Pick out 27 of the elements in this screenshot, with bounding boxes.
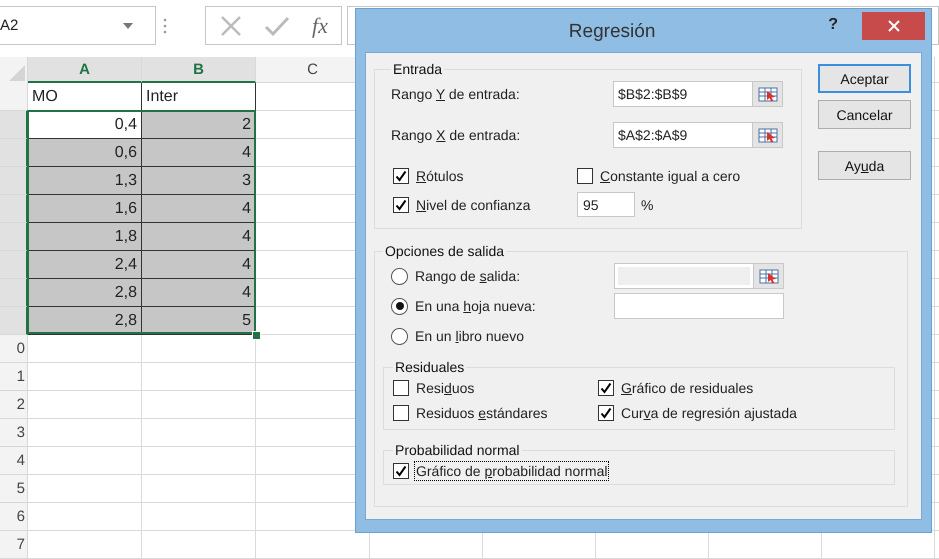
table-cell: 2,8: [28, 307, 142, 335]
table-cell: 2: [142, 111, 256, 139]
table-cell: 1,3: [28, 167, 142, 195]
group-label: Entrada: [392, 61, 444, 77]
table-cell: 1,8: [28, 223, 142, 251]
table-cell: 2,4: [28, 251, 142, 279]
table-cell: 0,6: [28, 139, 142, 167]
table-cell: MO: [28, 83, 142, 111]
table-cell: 4: [142, 139, 256, 167]
dialog-title: Regresión: [568, 21, 656, 43]
table-cell: 2,8: [28, 279, 142, 307]
name-box-value: A2: [0, 17, 18, 34]
table-cell: Inter: [142, 83, 256, 111]
table-cell: 4: [142, 223, 256, 251]
field-label: Rango X de entrada:: [391, 127, 522, 143]
table-cell: 4: [142, 195, 256, 223]
table-cell: 3: [142, 167, 256, 195]
unit-label: %: [641, 196, 654, 212]
table-cell: 4: [142, 251, 256, 279]
field-label: Rango Y de entrada:: [391, 86, 521, 102]
table-cell: 1,6: [28, 195, 142, 223]
table-cell: 4: [142, 279, 256, 307]
table-cell: 5: [142, 307, 256, 335]
group-label: Probabilidad normal: [394, 442, 521, 458]
group-label: Residuales: [394, 359, 466, 375]
table-cell: 0,4: [28, 111, 142, 139]
group-label: Opciones de salida: [384, 243, 506, 259]
